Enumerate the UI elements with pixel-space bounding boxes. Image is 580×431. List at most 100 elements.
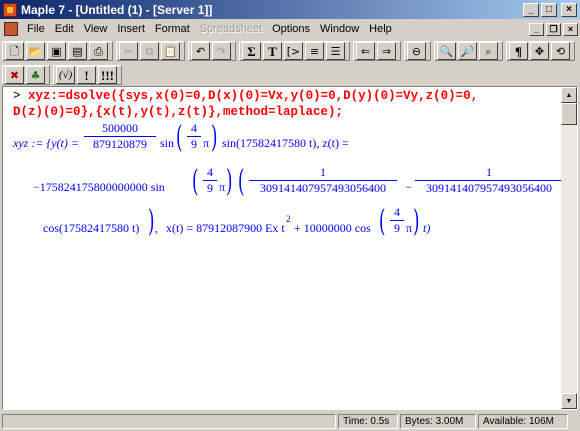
menu-insert[interactable]: Insert	[112, 23, 150, 35]
execute-all-button[interactable]: !!!	[98, 66, 117, 84]
comma: ,	[155, 221, 158, 235]
pilcrow-icon[interactable]: ¶	[509, 42, 528, 60]
x-tail: + 10000000 cos	[294, 221, 371, 235]
doc-restore-button[interactable]: ❐	[546, 22, 561, 36]
stop-icon[interactable]: ⊖	[407, 42, 426, 60]
indent-icon[interactable]: ⇒	[377, 42, 396, 60]
fraction-denominator: 9	[191, 137, 197, 151]
execute-selection-button[interactable]: (√)	[56, 66, 75, 84]
maximize-button[interactable]: □	[541, 2, 557, 17]
menu-file[interactable]: File	[22, 23, 50, 35]
nav-tools: ⇐ ⇒	[353, 41, 401, 61]
menu-bar: File Edit View Insert Format Spreadsheet…	[0, 20, 580, 38]
cut-icon: ✂	[119, 42, 138, 60]
x-equation: x(t) = 87912087900 Ex t	[166, 221, 285, 235]
scroll-up-icon[interactable]: ▲	[561, 87, 577, 103]
insert-tools: Σ T [> ≡ ☰	[239, 41, 350, 61]
close-x-icon[interactable]: ✖	[5, 66, 24, 84]
pi-symbol: π	[203, 136, 210, 150]
menu-format[interactable]: Format	[150, 23, 195, 35]
fraction-4-9: 4 9	[390, 205, 404, 236]
right-paren-big: )	[148, 204, 155, 239]
document-icon[interactable]	[4, 22, 18, 36]
doc-minimize-button[interactable]: _	[529, 22, 544, 36]
insert-prompt-icon[interactable]: [>	[284, 42, 303, 60]
resize-grip-icon[interactable]	[568, 414, 580, 429]
output-lhs: xyz := {y(t) =	[13, 136, 79, 150]
fraction-denominator: 309141407957493056400	[260, 181, 386, 195]
right-paren: )	[413, 204, 420, 239]
vertical-scrollbar[interactable]: ▲ ▼	[561, 87, 577, 409]
minimize-button[interactable]: _	[523, 2, 539, 17]
print-icon[interactable]: ⎙	[89, 42, 108, 60]
status-bar: Time: 0.5s Bytes: 3.00M Available: 106M	[0, 412, 580, 431]
fraction-4-9: 4 9	[187, 121, 201, 152]
fraction-1-over-309: 1 309141407957493056400	[249, 165, 397, 196]
exponent-2: 2	[286, 214, 291, 224]
undo-icon[interactable]: ↶	[191, 42, 210, 60]
text-mode-icon[interactable]: T	[263, 42, 282, 60]
restart-icon[interactable]: ⟲	[551, 42, 570, 60]
input-line-2[interactable]: D(z)(0)=0},{x(t),y(t),z(t)},method=lapla…	[13, 105, 343, 119]
expand-icon[interactable]: ✥	[530, 42, 549, 60]
neg-coefficient: −175824175800000000 sin	[33, 180, 165, 194]
fraction-numerator: 4	[394, 205, 400, 219]
fraction-4-9: 4 9	[203, 165, 217, 196]
fraction-1-over-309: 1 309141407957493056400	[415, 165, 563, 196]
menu-window[interactable]: Window	[315, 23, 364, 35]
pi-symbol: π	[219, 180, 226, 194]
maple-app-icon[interactable]	[3, 2, 17, 17]
redo-icon: ↷	[212, 42, 231, 60]
outdent-icon[interactable]: ⇐	[356, 42, 375, 60]
fraction-denominator: 879120879	[93, 137, 147, 151]
menu-help[interactable]: Help	[364, 23, 397, 35]
file-tools: 🗋 📂 ▣ ▤ ⎙	[2, 41, 113, 61]
open-folder-icon[interactable]: 📂	[26, 42, 45, 60]
doc-close-button[interactable]: ×	[563, 22, 578, 36]
menu-view[interactable]: View	[79, 23, 113, 35]
sin-fn: sin	[160, 136, 175, 150]
fraction-500000: 500000 879120879	[84, 121, 156, 152]
menu-edit[interactable]: Edit	[50, 23, 79, 35]
title-bar: Maple 7 - [Untitled (1) - [Server 1]] _ …	[0, 0, 580, 19]
sigma-math-icon[interactable]: Σ	[242, 42, 261, 60]
zoom-150-icon[interactable]: 🔎	[458, 42, 477, 60]
status-available: Available: 106M	[478, 414, 568, 429]
window-title: Maple 7 - [Untitled (1) - [Server 1]]	[21, 2, 213, 17]
undo-tools: ↶ ↷	[188, 41, 236, 61]
save-all-icon[interactable]: ▤	[68, 42, 87, 60]
close-button[interactable]: ×	[561, 2, 577, 17]
fraction-numerator: 1	[486, 165, 492, 179]
view-tools: ¶ ✥ ⟲	[506, 41, 575, 61]
subsection-icon[interactable]: ☰	[326, 42, 345, 60]
menu-spreadsheet: Spreadsheet	[199, 23, 263, 35]
scroll-thumb[interactable]	[561, 103, 577, 125]
left-paren: (	[176, 120, 183, 155]
section-icon[interactable]: ≡	[305, 42, 324, 60]
t-close: t)	[423, 221, 431, 235]
fraction-denominator: 309141407957493056400	[426, 181, 552, 195]
fraction-denominator: 9	[207, 181, 213, 195]
worksheet-area[interactable]: > xyz:=dsolve({sys,x(0)=0,D(x)(0)=Vx,y(0…	[2, 86, 578, 410]
new-file-icon[interactable]: 🗋	[5, 42, 24, 60]
zoom-200-icon[interactable]: ⌕	[479, 42, 498, 60]
right-paren: )	[211, 120, 218, 155]
paste-icon[interactable]: 📋	[161, 42, 180, 60]
status-message	[2, 414, 336, 429]
menu-options[interactable]: Options	[267, 23, 315, 35]
minus-sign: −	[405, 180, 412, 194]
input-prompt: >	[13, 89, 21, 103]
stop-tools: ⊖	[404, 41, 431, 61]
execute-button[interactable]: !	[77, 66, 96, 84]
fraction-numerator: 1	[320, 165, 326, 179]
status-time: Time: 0.5s	[338, 414, 398, 429]
fraction-denominator: 9	[394, 221, 400, 235]
input-line-1[interactable]: > xyz:=dsolve({sys,x(0)=0,D(x)(0)=Vx,y(0…	[13, 89, 478, 103]
maple-leaf-icon[interactable]: ♣	[26, 66, 45, 84]
scroll-down-icon[interactable]: ▼	[561, 393, 577, 409]
zoom-100-icon[interactable]: 🔍	[437, 42, 456, 60]
edit-tools: ✂ ⧉ 📋	[116, 41, 185, 61]
pi-symbol: π	[406, 221, 413, 235]
input-text-1: xyz:=dsolve({sys,x(0)=0,D(x)(0)=Vx,y(0)=…	[28, 89, 479, 103]
save-icon[interactable]: ▣	[47, 42, 66, 60]
